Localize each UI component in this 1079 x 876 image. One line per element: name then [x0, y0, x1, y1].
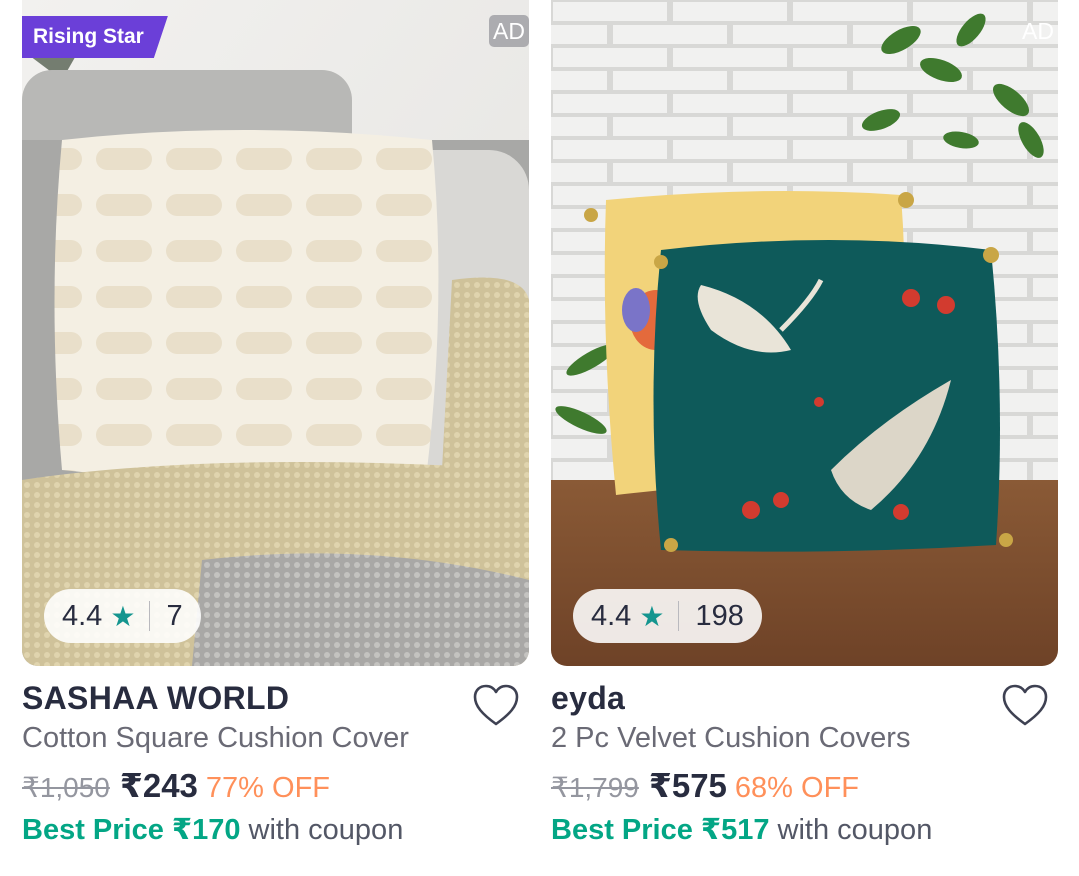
price-row: ₹1,050 ₹243 77% OFF [22, 766, 330, 805]
product-image[interactable] [551, 0, 1058, 666]
mrp: ₹1,799 [551, 772, 639, 803]
coupon-row: Best Price ₹517 with coupon [551, 812, 932, 847]
rating-value: 4.4 [62, 599, 103, 632]
star-icon: ★ [639, 600, 665, 632]
best-price: Best Price ₹170 [22, 814, 241, 846]
discount: 77% OFF [205, 772, 331, 804]
heart-icon[interactable] [472, 683, 520, 727]
selling-price: ₹243 [119, 767, 198, 804]
coupon-suffix: with coupon [248, 814, 404, 846]
rating-pill: 4.4 ★ 7 [44, 589, 201, 643]
rating-divider [149, 601, 151, 631]
discount: 68% OFF [734, 772, 860, 804]
ad-label: AD [489, 15, 529, 47]
rating-count: 7 [166, 599, 183, 632]
rating-value: 4.4 [591, 599, 632, 632]
product-image[interactable] [22, 0, 529, 666]
cushion-photo [551, 0, 1058, 666]
coupon-suffix: with coupon [777, 814, 933, 846]
best-price: Best Price ₹517 [551, 814, 770, 846]
rising-star-badge: Rising Star [22, 16, 168, 58]
rating-divider [678, 601, 680, 631]
mrp: ₹1,050 [22, 772, 110, 803]
rating-count: 198 [695, 599, 744, 632]
rating-pill: 4.4 ★ 198 [573, 589, 762, 643]
heart-icon[interactable] [1001, 683, 1049, 727]
product-card-eyda[interactable]: AD 4.4 ★ 198 eyda 2 Pc Velvet Cushion Co… [551, 0, 1058, 876]
product-brand: SASHAA WORLD [22, 680, 290, 716]
product-title: 2 Pc Velvet Cushion Covers [551, 722, 911, 754]
star-icon: ★ [110, 600, 136, 632]
coupon-row: Best Price ₹170 with coupon [22, 812, 403, 847]
product-card-sashaa-world[interactable]: Rising Star AD 4.4 ★ 7 SASHAA WORLD Cott… [22, 0, 529, 876]
price-row: ₹1,799 ₹575 68% OFF [551, 766, 859, 805]
selling-price: ₹575 [648, 767, 727, 804]
product-brand: eyda [551, 680, 626, 716]
ad-label: AD [1022, 18, 1054, 44]
product-title: Cotton Square Cushion Cover [22, 722, 409, 754]
cushion-photo [22, 0, 529, 666]
